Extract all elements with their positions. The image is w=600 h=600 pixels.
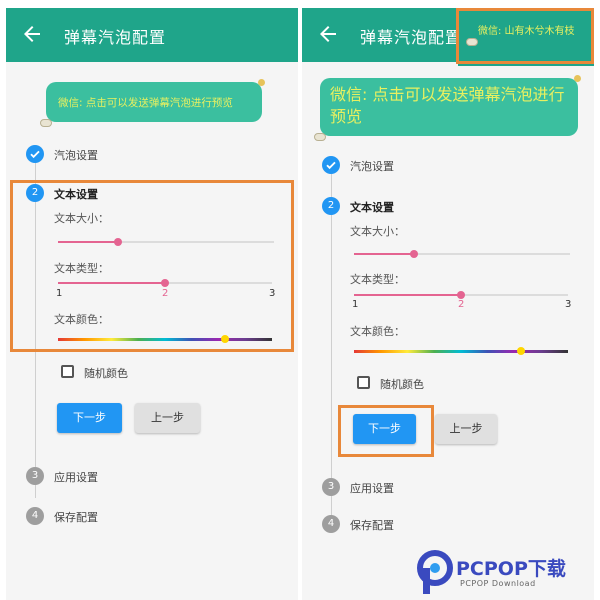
text-type-min: 1 [352, 299, 359, 310]
step-4-number[interactable]: 4 [322, 515, 340, 533]
notification-highlight-frame [456, 8, 594, 64]
text-size-slider-thumb[interactable] [410, 250, 419, 258]
step-1-check-icon[interactable] [26, 145, 44, 163]
watermark-brand: PCPOP下载 [456, 558, 566, 580]
preview-bubble-text: 微信: 点击可以发送弹幕汽泡进行预览 [58, 97, 233, 109]
step-3-number[interactable]: 3 [26, 467, 44, 485]
next-button[interactable]: 下一步 [57, 403, 122, 433]
preview-bubble-text: 微信: 点击可以发送弹幕汽泡进行预览 [330, 85, 565, 126]
previous-button[interactable]: 上一步 [135, 403, 200, 433]
step-3-label[interactable]: 应用设置 [350, 480, 394, 496]
text-size-label: 文本大小： [350, 225, 405, 238]
step-4-label[interactable]: 保存配置 [350, 517, 394, 533]
pcpop-watermark: PCPOP下载 PCPOP Download [412, 548, 600, 598]
step-1-label[interactable]: 汽泡设置 [54, 147, 98, 163]
step-1-label[interactable]: 汽泡设置 [350, 158, 394, 174]
app-bar: 弹幕汽泡配置 [6, 8, 298, 62]
text-size-slider-fill [354, 253, 415, 255]
text-color-slider-thumb[interactable] [516, 347, 525, 355]
bubble-tail-icon [314, 133, 326, 141]
text-type-label: 文本类型： [350, 273, 405, 286]
text-settings-highlight-frame [10, 180, 294, 352]
step-2-number[interactable]: 2 [322, 197, 340, 215]
text-size-slider[interactable] [354, 250, 570, 258]
stepper-line [331, 174, 332, 524]
watermark-subtitle: PCPOP Download [460, 579, 536, 588]
text-type-slider-thumb[interactable] [457, 291, 465, 299]
step-4-number[interactable]: 4 [26, 507, 44, 525]
random-color-checkbox[interactable] [357, 376, 370, 389]
arrow-back-icon[interactable] [316, 22, 340, 46]
next-button-highlight-frame [338, 405, 434, 457]
text-type-slider-fill [354, 294, 461, 296]
arrow-back-icon[interactable] [20, 22, 44, 46]
text-type-current: 2 [458, 299, 465, 310]
preview-bubble[interactable]: 微信: 点击可以发送弹幕汽泡进行预览 [314, 75, 581, 141]
right-screen: 弹幕汽泡配置 微信: 山有木兮木有枝 微信: 点击可以发送弹幕汽泡进行预览 汽泡… [302, 8, 594, 600]
step-4-label[interactable]: 保存配置 [54, 509, 98, 525]
step-2-label[interactable]: 文本设置 [350, 199, 394, 215]
pcpop-logo-icon [417, 550, 453, 594]
text-color-label: 文本颜色： [350, 325, 405, 338]
text-color-slider[interactable] [354, 347, 568, 355]
random-color-checkbox[interactable] [61, 365, 74, 378]
previous-button[interactable]: 上一步 [435, 414, 497, 444]
step-1-check-icon[interactable] [322, 156, 340, 174]
page-title: 弹幕汽泡配置 [360, 28, 463, 47]
text-type-slider[interactable] [354, 291, 568, 299]
random-color-label[interactable]: 随机颜色 [84, 365, 128, 381]
bubble-tail-icon [40, 119, 52, 127]
text-type-max: 3 [565, 299, 572, 310]
preview-bubble[interactable]: 微信: 点击可以发送弹幕汽泡进行预览 [40, 79, 265, 127]
bubble-corner-dot [574, 75, 581, 82]
page-title: 弹幕汽泡配置 [64, 28, 167, 47]
step-3-label[interactable]: 应用设置 [54, 469, 98, 485]
bubble-corner-dot [258, 79, 265, 86]
random-color-label[interactable]: 随机颜色 [380, 376, 424, 392]
step-3-number[interactable]: 3 [322, 478, 340, 496]
